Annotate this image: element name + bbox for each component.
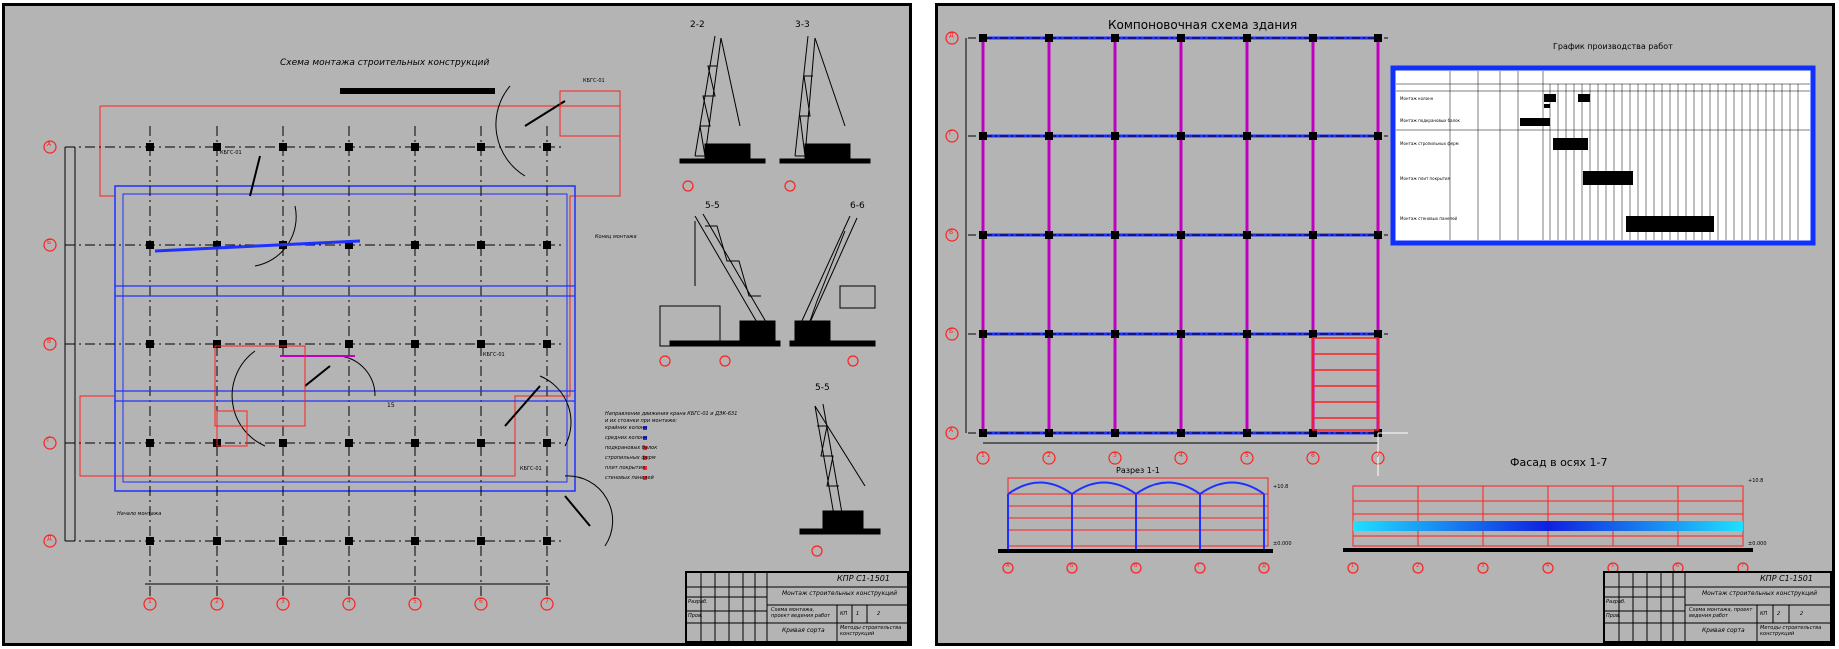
- work-title: Монтаж строительных конструкций: [1702, 590, 1817, 597]
- section-title: Разрез 1-1: [1116, 466, 1160, 475]
- schedule-row: Монтаж плит покрытия: [1400, 176, 1451, 181]
- row-axis-label: Б: [949, 328, 954, 335]
- col-axis-label: 2: [215, 598, 219, 605]
- role-label: Пров.: [1606, 613, 1621, 619]
- facade-axis-label: 2: [1416, 563, 1420, 569]
- col-axis-label: 2: [1047, 452, 1051, 459]
- crane-label: КБГС-01: [520, 466, 542, 472]
- role-label: Разраб.: [688, 599, 708, 605]
- crane-label: КБГС-01: [583, 78, 605, 84]
- start-mount-label: Начало монтажа: [117, 511, 162, 517]
- facade-axis-label: 4: [1546, 563, 1550, 569]
- schedule-row: Монтаж стеновых панелей: [1400, 216, 1458, 221]
- legend-subtitle: и их стоянки при монтаже:: [605, 418, 678, 424]
- section-axis-label: Б: [1070, 563, 1074, 569]
- facade-axis-label: 7: [1741, 563, 1745, 569]
- role-label: Разраб.: [1606, 599, 1626, 605]
- doc-title: Схема монтажа, проект ведения работ: [771, 607, 831, 619]
- sheet-count: 2: [1800, 611, 1804, 617]
- elevation-mark: +10.8: [1273, 484, 1289, 490]
- legend-item: крайних колонн: [605, 425, 648, 431]
- schedule-title: График производства работ: [1553, 42, 1673, 51]
- col-axis-label: 6: [479, 598, 483, 605]
- section-label-6-6: 6-6: [850, 201, 865, 211]
- row-axis-label: Г: [47, 437, 51, 444]
- organization: Кривая сорта: [1702, 627, 1745, 634]
- elevation-mark: ±0.000: [1748, 541, 1767, 547]
- organization: Кривая сорта: [782, 627, 825, 634]
- col-axis-label: 3: [281, 598, 285, 605]
- section-label-5-5-lower: 5-5: [815, 383, 830, 393]
- facade-axis-label: 1: [1351, 563, 1355, 569]
- row-axis-label: В: [47, 338, 52, 345]
- col-axis-label: 7: [545, 598, 549, 605]
- sheet-count: 2: [877, 611, 881, 617]
- crane-label: КБГС-01: [483, 352, 505, 358]
- schedule-row: Монтаж стропильных ферм: [1400, 141, 1459, 146]
- col-axis-label: 1: [148, 598, 152, 605]
- sheet-number: 1: [856, 611, 860, 617]
- role-label: Пров.: [688, 613, 703, 619]
- schedule-row: Монтаж подкрановых балок: [1400, 118, 1460, 123]
- drawing-sheet-left[interactable]: Схема монтажа строительных конструкций 2…: [2, 3, 912, 646]
- work-title: Монтаж строительных конструкций: [782, 590, 897, 597]
- col-axis-label: 4: [347, 598, 351, 605]
- section-axis-label: Г: [1198, 563, 1202, 569]
- section-label-3-3: 3-3: [795, 20, 810, 30]
- legend-item: плит покрытия: [605, 465, 645, 471]
- row-axis-label: А: [949, 427, 954, 434]
- schedule-row: Монтаж колонн: [1400, 96, 1434, 101]
- footer-text: Методы строительства конструкций: [1760, 625, 1822, 637]
- row-axis-label: Д: [949, 32, 954, 39]
- facade-title: Фасад в осях 1-7: [1510, 456, 1608, 469]
- facade-axis-label: 3: [1481, 563, 1485, 569]
- row-axis-label: В: [949, 229, 954, 236]
- section-axis-label: А: [1006, 563, 1010, 569]
- drawing-sheet-right[interactable]: Компоновочная схема здания График произв…: [935, 3, 1835, 646]
- legend-item: средних колонн: [605, 435, 648, 441]
- col-axis-label: 3: [1113, 452, 1117, 459]
- layout-title: Компоновочная схема здания: [1108, 18, 1298, 32]
- title-block-left: КПР С1-1501 Монтаж строительных конструк…: [685, 571, 909, 643]
- facade-axis-label: 5: [1611, 563, 1615, 569]
- footer-text: Методы строительства конструкций: [840, 625, 902, 637]
- sheet-number: 2: [1777, 611, 1781, 617]
- section-label-2-2: 2-2: [690, 20, 705, 30]
- layout-drawing: [945, 31, 1816, 574]
- section-axis-label: В: [1134, 563, 1138, 569]
- dimension-label: 15: [387, 402, 395, 409]
- legend-item: стеновых панелей: [605, 475, 654, 481]
- legend-item: стропильных ферм: [605, 455, 656, 461]
- site-plan-drawing: [43, 35, 881, 611]
- section-axis-label: Д: [1262, 563, 1266, 569]
- legend-title: Направление движения крана КБГС-01 и ДЭК…: [605, 411, 738, 417]
- legend-item: подкрановых балок: [605, 445, 658, 451]
- col-axis-label: 4: [1179, 452, 1183, 459]
- col-axis-label: 6: [1311, 452, 1315, 459]
- title-block-right: КПР С1-1501 Монтаж строительных конструк…: [1603, 571, 1832, 643]
- row-axis-label: Г: [949, 130, 953, 137]
- doc-title: Схема монтажа, проект ведения работ: [1689, 607, 1753, 619]
- crane-label: КБГС-01: [220, 150, 242, 156]
- stage: КП: [840, 611, 848, 617]
- elevation-mark: +10.8: [1748, 478, 1764, 484]
- row-axis-label: Б: [47, 239, 52, 246]
- col-axis-label: 5: [413, 598, 417, 605]
- stage: КП: [1760, 611, 1768, 617]
- section-label-5-5: 5-5: [705, 201, 720, 211]
- col-axis-label: 1: [981, 452, 985, 459]
- elevation-mark: ±0.000: [1273, 541, 1292, 547]
- col-axis-label: 5: [1245, 452, 1249, 459]
- row-axis-label: А: [47, 141, 52, 148]
- col-axis-label: 7: [1376, 452, 1380, 459]
- drawing-code: КПР С1-1501: [1760, 574, 1813, 583]
- row-axis-label: Д: [47, 535, 52, 542]
- facade-axis-label: 6: [1676, 563, 1680, 569]
- drawing-code: КПР С1-1501: [837, 574, 890, 583]
- end-mount-label: Конец монтажа: [595, 234, 637, 240]
- plan-title: Схема монтажа строительных конструкций: [280, 58, 490, 68]
